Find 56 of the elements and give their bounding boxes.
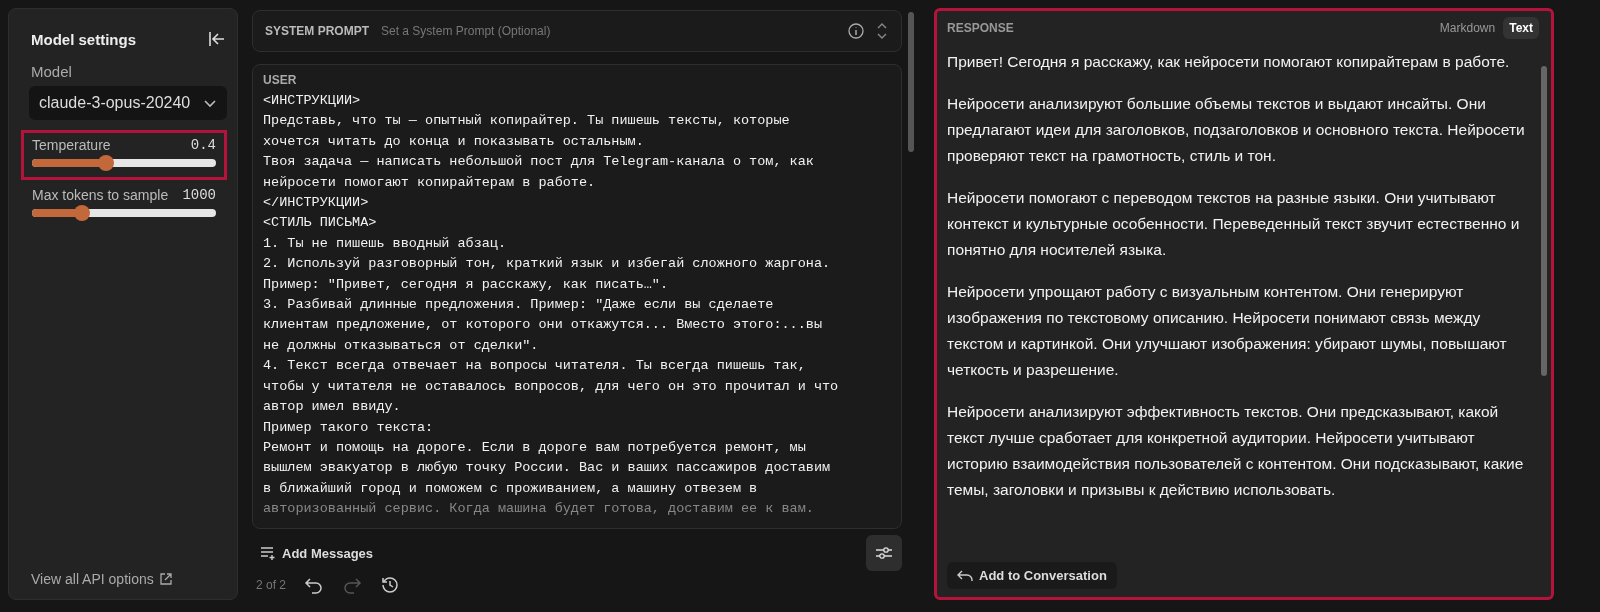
- info-icon[interactable]: [847, 22, 865, 40]
- slider-thumb[interactable]: [97, 155, 114, 171]
- message-line: 1. Ты не пишешь вводный абзац.: [263, 234, 508, 253]
- api-options-link[interactable]: View all API options: [31, 571, 227, 587]
- response-paragraph: Привет! Сегодня я расскажу, как нейросети помогают копирайтерам в работе.: [947, 52, 1511, 72]
- message-line: <ИНСТРУКЦИИ>: [263, 92, 362, 110]
- panel-title: Model settings: [31, 30, 136, 48]
- slider-label: Max tokens to sample: [32, 187, 169, 203]
- system-prompt-field[interactable]: Set a System Prompt (Optional): [379, 23, 837, 39]
- message-line: вышлем эвакуатор в любую точку России. Вас и ваших пассажиров доставим: [263, 459, 832, 478]
- message-line: 2. Используй разговорный тон, краткий язык и избегай сложного жаргона.: [263, 255, 832, 274]
- add-messages-button[interactable]: Add Messages: [252, 539, 382, 567]
- response-label: RESPONSE: [947, 21, 1014, 35]
- slider-label: Temperature: [32, 137, 111, 153]
- message-line: чтобы у читателя не оставалось вопросов, для чего он это прочитал и что: [263, 377, 840, 396]
- system-prompt-label: SYSTEM PROMPT: [265, 24, 369, 38]
- response-paragraph: Нейросети анализируют эффективность текстов. Они предсказывают, какой текст лучше сработает для конкретной аудитории. Нейросети учитывают историю взаимодействия пользователей с контентом. Они подсказывают, какие темы, заголовки и призывы к действию использовать.: [947, 402, 1525, 500]
- expand-icon[interactable]: [875, 21, 889, 41]
- message-line: Пример такого текста:: [263, 418, 435, 437]
- list-plus-icon: [260, 546, 276, 560]
- settings-button[interactable]: [866, 535, 902, 571]
- message-line: 3. Разбивай длинные предложения. Пример: "Даже если вы сделаете: [263, 296, 775, 315]
- message-line: автор имел ввиду.: [263, 398, 402, 417]
- message-line: нейросети помогают копирайтерам в работе.: [263, 173, 597, 192]
- field-label: Model: [31, 63, 73, 80]
- message-line: в ближайший город и поможем с проживанием, а машину отвезем в: [263, 479, 759, 498]
- format-tab[interactable]: Markdown: [1433, 17, 1502, 39]
- message-line: авторизованный сервис. Когда машина будет готова, доставим ее к вам.: [263, 500, 815, 519]
- response-paragraph: Нейросети помогают с переводом текстов на разные языки. Они учитывают контекст и культурные особенности. Переведенный текст звучит естественно и понятно для носителей языка.: [947, 188, 1521, 260]
- system-prompt-bar[interactable]: SYSTEM PROMPT Set a System Prompt (Optional): [252, 10, 902, 52]
- message-line: <СТИЛЬ ПИСЬМА>: [263, 214, 378, 233]
- slider-value: 1000: [182, 187, 216, 203]
- message-line: клиентам предложение, от которого они откажутся... Вместо этого:...вы: [263, 316, 823, 335]
- message-line: </ИНСТРУКЦИИ>: [263, 194, 370, 213]
- sliders-icon: [875, 545, 893, 561]
- history-icon[interactable]: [380, 575, 401, 595]
- model-select[interactable]: claude-3-opus-20240: [29, 86, 227, 120]
- version-counter: 2 of 2: [256, 578, 287, 592]
- undo-icon[interactable]: [304, 576, 325, 594]
- message-line: Представь, что ты — опытный копирайтер. Ты пишешь тексты, которые: [263, 112, 791, 131]
- message-line: Твоя задача — написать небольшой пост для Telegram-канала о том, как: [263, 153, 815, 172]
- role-label: USER: [263, 73, 298, 87]
- message-line: Ремонт и помощь на дороге. Если в дороге вам потребуется ремонт, мы: [263, 438, 807, 457]
- message-line: хочется читать до конца и показывать остальным.: [263, 132, 645, 151]
- response-paragraph: Нейросети анализируют большие объемы текстов и выдают инсайты. Они предлагают идеи для заголовков, подзаголовков и основного текста. Нейросети проверяют текст на грамотность, стиль и тон.: [947, 94, 1526, 166]
- collapse-icon[interactable]: [207, 29, 227, 49]
- message-line: не должны отказываться от сделки".: [263, 336, 540, 355]
- reply-icon: [957, 569, 973, 582]
- slider-value: 0.4: [190, 137, 216, 153]
- slider-thumb[interactable]: [73, 205, 90, 221]
- message-line: 4. Текст всегда отвечает на вопросы читателя. Ты всегда пишешь так,: [263, 357, 807, 376]
- external-link-icon: [158, 572, 173, 586]
- format-tab[interactable]: Text: [1503, 17, 1539, 39]
- message-line: Пример: "Привет, сегодня я расскажу, как писать…".: [263, 275, 670, 294]
- response-paragraph: Нейросети упрощают работу с визуальным контентом. Они генерируют изображения по текстовому описанию. Нейросети понимают связь между текстом и картинкой. Они улучшают изображения: убирают шумы, повышают четкость и разрешение.: [947, 282, 1508, 380]
- add-to-conversation-button[interactable]: Add to Conversation: [947, 562, 1117, 589]
